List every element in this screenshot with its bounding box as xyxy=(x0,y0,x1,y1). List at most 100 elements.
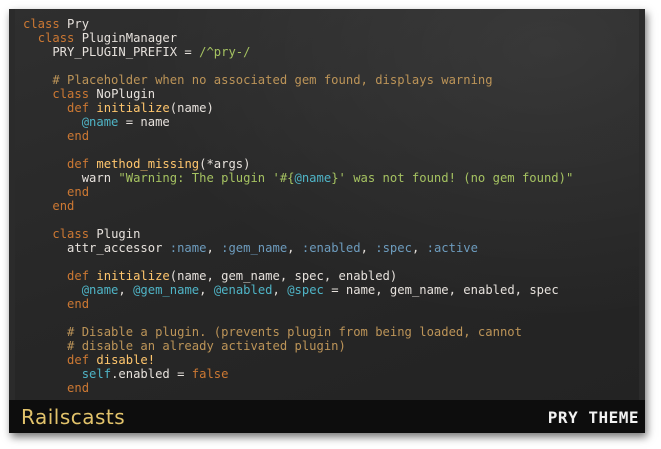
footer-bar: Railscasts PRY THEME xyxy=(9,400,645,433)
code-token: :gem_name xyxy=(221,241,288,255)
code-token: , xyxy=(411,241,427,255)
code-line: warn "Warning: The plugin '#{@name}' was… xyxy=(23,171,639,185)
code-token: , xyxy=(272,283,288,297)
code-line: class Pry xyxy=(23,17,639,31)
code-token: class xyxy=(52,227,97,241)
code-viewer: class Pry class PluginManager PRY_PLUGIN… xyxy=(15,9,639,400)
code-token: def xyxy=(67,101,97,115)
code-token: (*args) xyxy=(199,157,251,171)
theme-preview-window: class Pry class PluginManager PRY_PLUGIN… xyxy=(9,9,645,433)
code-line: attr_accessor :name, :gem_name, :enabled… xyxy=(23,241,639,255)
code-line: # Placeholder when no associated gem fou… xyxy=(23,73,639,87)
code-line: PRY_PLUGIN_PREFIX = /^pry-/ xyxy=(23,45,639,59)
code-line: # Disable a plugin. (prevents plugin fro… xyxy=(23,325,639,339)
code-line: end xyxy=(23,381,639,395)
code-token: = name xyxy=(118,115,170,129)
code-token: attr_accessor xyxy=(23,241,170,255)
code-token: initialize xyxy=(96,269,170,283)
code-token: /^pry-/ xyxy=(199,45,251,59)
code-token: Plugin xyxy=(96,227,141,241)
code-token: @spec xyxy=(287,283,324,297)
code-token: NoPlugin xyxy=(96,87,156,101)
code-token: @name xyxy=(81,115,119,129)
code-token: , xyxy=(199,283,214,297)
code-line: class Plugin xyxy=(23,227,639,241)
code-token: # Placeholder when no associated gem fou… xyxy=(52,73,493,87)
code-token: # Disable a plugin. (prevents plugin fro… xyxy=(67,325,522,339)
code-token: end xyxy=(67,381,90,395)
code-token: @enabled xyxy=(213,283,273,297)
code-line: def initialize(name, gem_name, spec, ena… xyxy=(23,269,639,283)
code-token: def xyxy=(67,157,97,171)
code-token: = name, gem_name, enabled, spec xyxy=(323,283,559,297)
code-line: def method_missing(*args) xyxy=(23,157,639,171)
code-token: "Warning: The plugin '#{ xyxy=(118,171,295,185)
code-token: false xyxy=(191,367,229,381)
code-token: method_missing xyxy=(96,157,200,171)
code-token: , xyxy=(360,241,376,255)
code-lines: class Pry class PluginManager PRY_PLUGIN… xyxy=(15,9,639,395)
code-token: }' was not found! (no gem found)" xyxy=(331,171,574,185)
code-token: self xyxy=(81,367,112,381)
code-token: PRY_PLUGIN_PREFIX = xyxy=(23,45,200,59)
code-token: class xyxy=(23,17,68,31)
code-token: @name xyxy=(294,171,332,185)
code-line: end xyxy=(23,199,639,213)
code-token: @name xyxy=(81,283,119,297)
code-token: .enabled = xyxy=(111,367,192,381)
theme-name-label: Railscasts xyxy=(21,405,126,429)
code-line: @name = name xyxy=(23,115,639,129)
code-line: end xyxy=(23,185,639,199)
code-token: end xyxy=(52,199,75,213)
code-token: :spec xyxy=(375,241,412,255)
code-token: , xyxy=(287,241,302,255)
code-token: end xyxy=(67,129,90,143)
code-token: warn xyxy=(23,171,119,185)
code-token: end xyxy=(67,297,90,311)
code-token: class xyxy=(37,31,82,45)
code-line: def initialize(name) xyxy=(23,101,639,115)
code-token: Pry xyxy=(67,17,90,31)
code-line: @name, @gem_name, @enabled, @spec = name… xyxy=(23,283,639,297)
code-line: class PluginManager xyxy=(23,31,639,45)
code-line: # disable an already activated plugin) xyxy=(23,339,639,353)
code-token: (name) xyxy=(169,101,214,115)
code-line: self.enabled = false xyxy=(23,367,639,381)
code-line: end xyxy=(23,297,639,311)
code-token: :active xyxy=(426,241,478,255)
code-token: class xyxy=(52,87,97,101)
code-token: def xyxy=(67,353,97,367)
code-token: def xyxy=(67,269,97,283)
code-token: initialize xyxy=(96,101,170,115)
code-token: (name, gem_name, spec, enabled) xyxy=(169,269,398,283)
code-token: end xyxy=(67,185,90,199)
code-line: def disable! xyxy=(23,353,639,367)
code-line: class NoPlugin xyxy=(23,87,639,101)
code-token: disable! xyxy=(96,353,156,367)
code-token: :name xyxy=(169,241,207,255)
code-token: @gem_name xyxy=(133,283,200,297)
code-token: , xyxy=(206,241,222,255)
code-token: :enabled xyxy=(301,241,361,255)
